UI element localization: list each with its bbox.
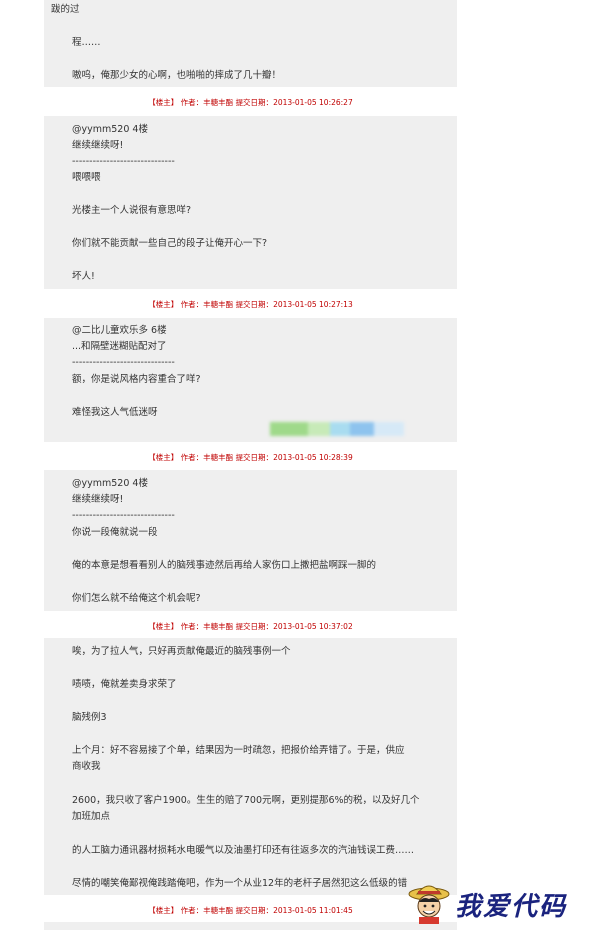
date-label: 提交日期： [235, 453, 274, 462]
op-tag: 【楼主】 [148, 98, 179, 107]
post-text-line: 上个月：好不容易接了个单，结果因为一时疏忽，把报价给弄错了。于是，供应 [72, 745, 405, 756]
watermark: 我爱代码 [407, 880, 583, 924]
blurred-sticker-image [270, 419, 406, 439]
post-text-line: 2600，我只收了客户1900。生生的赔了700元啊，更别提那6%的税，以及好几… [72, 795, 420, 806]
date-label: 提交日期： [235, 906, 274, 915]
post-date: 2013-01-05 10:26:27 [273, 98, 353, 107]
author-link[interactable]: 丰糖丰酯 [203, 98, 233, 107]
post-text-line: 跋的过 [51, 4, 80, 15]
post-text-line: @二比儿童欢乐多 6楼 [72, 325, 167, 336]
post-text-line: 你说一段俺就说一段 [72, 527, 158, 538]
author-label: 作者： [180, 906, 204, 915]
post-meta: 【楼主】 作者：丰糖丰酯 提交日期：2013-01-05 10:27:13 [44, 297, 457, 313]
post-body: @yymm520 4楼 继续继续呀! ---------------------… [44, 470, 457, 611]
author-link[interactable]: 丰糖丰酯 [203, 453, 233, 462]
post-date: 2013-01-05 10:28:39 [273, 453, 353, 462]
post-text-line: 尽情的嘲笑俺鄙视俺践踏俺吧，作为一个从业12年的老杆子居然犯这么低级的错 [72, 878, 408, 889]
author-label: 作者： [180, 98, 204, 107]
post-text-line: 脑残例3 [72, 712, 107, 723]
post-text-line: 你们怎么就不给俺这个机会呢? [72, 593, 201, 604]
post-text-line: 光楼主一个人说很有意思咩? [72, 205, 192, 216]
post-text-line: 俺的本意是想看看别人的脑残事迹然后再给人家伤口上撒把盐啊踩一脚的 [72, 560, 377, 571]
post-meta: 【楼主】 作者：丰糖丰酯 提交日期：2013-01-05 10:28:39 [44, 450, 457, 466]
author-label: 作者： [180, 453, 204, 462]
post-meta: 【楼主】 作者：丰糖丰酯 提交日期：2013-01-05 10:37:02 [44, 619, 457, 635]
post-text-line: 加班加点 [72, 811, 111, 822]
op-tag: 【楼主】 [148, 300, 179, 309]
post-text-line: 喂喂喂 [72, 172, 101, 183]
straw-hat-pirate-logo-icon [408, 885, 450, 924]
author-link[interactable]: 丰糖丰酯 [203, 906, 233, 915]
post-text-line: 你们就不能贡献一些自己的段子让俺开心一下? [72, 238, 268, 249]
post-text-line: ...和隔壁迷糊贴配对了 [72, 341, 167, 352]
post-text-line: 商收我 [72, 761, 101, 772]
post-text-line: 继续继续呀! [72, 140, 124, 151]
op-tag: 【楼主】 [148, 453, 179, 462]
op-tag: 【楼主】 [148, 906, 179, 915]
post-text-line: ------------------------------ [72, 156, 175, 167]
post-text-line: ------------------------------ [72, 510, 175, 521]
post-text-line: 坏人! [72, 271, 95, 282]
post-text-line: @yymm520 4楼 [72, 478, 148, 489]
date-label: 提交日期： [235, 622, 274, 631]
post-body: 跋的过 程…… 嗷呜，俺那少女的心啊，也啪啪的摔成了几十瓣！ [44, 0, 457, 87]
date-label: 提交日期： [235, 98, 274, 107]
author-link[interactable]: 丰糖丰酯 [203, 300, 233, 309]
post-text-line: 继续继续呀! [72, 494, 124, 505]
post-date: 2013-01-05 10:27:13 [273, 300, 353, 309]
op-tag: 【楼主】 [148, 622, 179, 631]
post-text-line: 唉，为了拉人气，只好再贡献俺最近的脑残事例一个 [72, 646, 291, 657]
post-date: 2013-01-05 11:01:45 [273, 906, 353, 915]
date-label: 提交日期： [235, 300, 274, 309]
post-text-line: 啧啧，俺就差卖身求荣了 [72, 679, 177, 690]
author-label: 作者： [180, 300, 204, 309]
watermark-text: 我爱代码 [455, 892, 568, 922]
post-meta: 【楼主】 作者：丰糖丰酯 提交日期：2013-01-05 11:01:45 [44, 903, 457, 919]
post-body: @yymm520 4楼 继续继续呀! ---------------------… [44, 116, 457, 289]
post-text-line: ------------------------------ [72, 357, 175, 368]
post-body [44, 922, 457, 930]
post-text-line: 程…… [72, 37, 101, 48]
author-link[interactable]: 丰糖丰酯 [203, 622, 233, 631]
post-text-line: 额，你是说风格内容重合了咩? [72, 374, 201, 385]
post-text-line: 的人工脑力通讯器材损耗水电暖气以及油墨打印还有往返多次的汽油钱误工费…… [72, 845, 415, 856]
post-text-line: 难怪我这人气低迷呀 [72, 407, 158, 418]
post-meta: 【楼主】 作者：丰糖丰酯 提交日期：2013-01-05 10:26:27 [44, 95, 457, 111]
author-label: 作者： [180, 622, 204, 631]
post-body: 唉，为了拉人气，只好再贡献俺最近的脑残事例一个 啧啧，俺就差卖身求荣了 脑残例3… [44, 638, 457, 895]
post-text-line: 嗷呜，俺那少女的心啊，也啪啪的摔成了几十瓣！ [72, 70, 282, 81]
post-text-line: @yymm520 4楼 [72, 124, 148, 135]
post-date: 2013-01-05 10:37:02 [273, 622, 353, 631]
